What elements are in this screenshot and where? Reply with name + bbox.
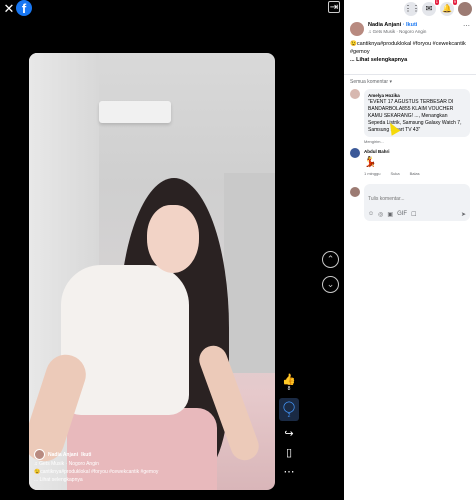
- video-author-name[interactable]: Nadia Anjani: [48, 451, 78, 459]
- gif-icon[interactable]: GIF: [397, 211, 407, 218]
- comment-author[interactable]: Abdul Bahri: [364, 148, 390, 155]
- video-background-ac: [99, 101, 171, 123]
- post-header: Nadia Anjani · Ikuti ♫ Gets Musik · Nogo…: [344, 16, 476, 36]
- follow-link[interactable]: · Ikuti: [403, 22, 418, 28]
- more-icon: ⋯: [283, 466, 295, 478]
- comment-bubble: Abdul Bahri 💃: [364, 148, 390, 169]
- video-viewer: ✕ f ⇥ Nadia Anjani Ikuti ♫ Gets Musik · …: [0, 0, 344, 500]
- follow-link[interactable]: Ikuti: [81, 451, 91, 459]
- comment-input[interactable]: [368, 196, 466, 202]
- emoji-icon[interactable]: ◎: [378, 211, 383, 218]
- video-author: Nadia Anjani Ikuti: [34, 449, 254, 460]
- sticker-icon: 💃: [364, 157, 377, 168]
- camera-icon[interactable]: ▣: [387, 211, 393, 218]
- avatar[interactable]: [350, 22, 364, 36]
- reply-link[interactable]: Balas: [410, 171, 420, 176]
- see-more-link[interactable]: ... Lihat selengkapnya: [350, 56, 470, 64]
- comment-text: "EVENT 17 AGUSTUS TERBESAR DI BANDARBOLA…: [368, 99, 462, 133]
- like-count: 8: [287, 386, 291, 392]
- profile-avatar[interactable]: [458, 2, 472, 16]
- post-caption: 😉cantiknya#produklokal #foryou #cewekcan…: [344, 36, 476, 64]
- comment-bubble: Amelya Hozika "EVENT 17 AGUSTUS TERBESAR…: [364, 89, 470, 137]
- comment-field[interactable]: ☺ ◎ ▣ GIF ☐ ➤: [364, 184, 470, 221]
- messenger-badge: 1: [434, 0, 439, 5]
- comment-status: Mengirim...: [364, 139, 384, 144]
- video-caption-text: 😉cantiknya#produklokal #foryou #cewekcan…: [34, 469, 159, 475]
- like-comment-link[interactable]: Suka: [390, 171, 399, 176]
- more-button[interactable]: ⋯: [279, 465, 299, 478]
- sticker-icon[interactable]: ☐: [411, 211, 416, 218]
- save-button[interactable]: ▯: [279, 446, 299, 459]
- video-background-door: [224, 173, 275, 373]
- video-music[interactable]: ♫ Gets Musik · Nogoro Angin: [34, 460, 254, 468]
- avatar[interactable]: [34, 449, 45, 460]
- avatar[interactable]: [350, 89, 360, 99]
- divider: [344, 74, 476, 75]
- top-bar: ⋮⋮ ✉ 1 🔔 9: [344, 0, 476, 16]
- comment-time: 1 minggu: [364, 171, 381, 176]
- collapse-panel-icon[interactable]: ⇥: [328, 1, 340, 13]
- see-more-link[interactable]: ... Lihat selengkapnya: [34, 476, 254, 484]
- bookmark-icon: ▯: [285, 447, 293, 459]
- comments-panel: ⋮⋮ ✉ 1 🔔 9 Nadia Anjani · Ikuti ♫ Gets M…: [344, 0, 476, 500]
- comment-button[interactable]: ◯ 2: [279, 398, 299, 421]
- post-music[interactable]: ♫ Gets Musik · Nogoro Angin: [368, 29, 426, 34]
- post-author-name[interactable]: Nadia Anjani: [368, 22, 401, 28]
- bell-icon: 🔔: [442, 4, 452, 13]
- reply-box: ☺ ◎ ▣ GIF ☐ ➤: [344, 176, 476, 221]
- comment-tools: ☺ ◎ ▣ GIF ☐ ➤: [368, 211, 466, 218]
- previous-video-button[interactable]: ⌃: [322, 251, 339, 268]
- facebook-logo[interactable]: f: [16, 0, 32, 16]
- avatar[interactable]: [350, 148, 360, 158]
- next-video-button[interactable]: ⌄: [322, 276, 339, 293]
- avatar: [350, 187, 360, 197]
- post-author-block: Nadia Anjani · Ikuti ♫ Gets Musik · Nogo…: [368, 22, 426, 36]
- comment-item: Abdul Bahri 💃: [344, 144, 476, 169]
- like-button[interactable]: 👍 8: [279, 373, 299, 392]
- video-subject-face: [147, 205, 199, 273]
- notifications-button[interactable]: 🔔 9: [440, 0, 457, 16]
- comment-count: 2: [287, 413, 291, 419]
- more-options-icon[interactable]: ⋯: [463, 22, 470, 36]
- video-player[interactable]: Nadia Anjani Ikuti ♫ Gets Musik · Nogoro…: [29, 53, 275, 490]
- comment-icon: ◯: [282, 401, 296, 413]
- comment-author[interactable]: Amelya Hozika: [368, 92, 466, 99]
- comment-item: Amelya Hozika "EVENT 17 AGUSTUS TERBESAR…: [344, 85, 476, 137]
- avatar-sticker-icon[interactable]: ☺: [368, 211, 374, 218]
- messenger-icon: ✉: [425, 4, 433, 13]
- share-button[interactable]: ↪: [279, 427, 299, 440]
- send-icon[interactable]: ➤: [461, 211, 466, 218]
- post-caption-text: 😉cantiknya#produklokal #foryou #cewekcan…: [350, 41, 466, 55]
- menu-grid-icon[interactable]: ⋮⋮: [404, 2, 420, 16]
- video-caption: Nadia Anjani Ikuti ♫ Gets Musik · Nogoro…: [34, 449, 254, 484]
- like-icon: 👍: [282, 374, 296, 386]
- notification-badge: 9: [452, 0, 457, 5]
- action-rail: 👍 8 ◯ 2 ↪ ▯ ⋯: [279, 373, 299, 484]
- share-icon: ↪: [284, 428, 294, 440]
- messenger-button[interactable]: ✉ 1: [422, 0, 439, 16]
- close-icon[interactable]: ✕: [2, 2, 16, 16]
- post-author: Nadia Anjani · Ikuti: [368, 22, 426, 28]
